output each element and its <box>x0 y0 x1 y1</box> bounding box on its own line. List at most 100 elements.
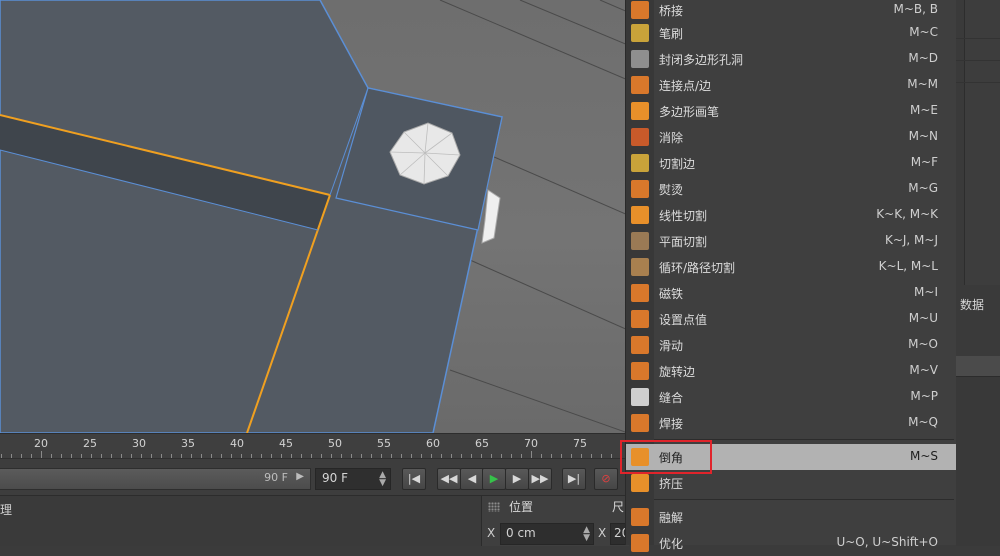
menu-item[interactable]: 磁铁 M~I <box>626 280 956 306</box>
menu-item-label: 滑动 <box>659 339 684 353</box>
play-button[interactable]: ▶ <box>482 468 506 490</box>
step-back-button[interactable]: ◀ <box>460 468 484 490</box>
menu-item[interactable]: 循环/路径切割 K~L, M~L <box>626 254 956 280</box>
coordinates-panel: 位置 尺 X 0 cm ▲ ▼ X 20 <box>481 496 631 546</box>
menu-item-shortcut: M~D <box>908 51 938 65</box>
menu-item-shortcut: M~M <box>907 77 938 91</box>
menu-item-label: 焊接 <box>659 417 684 431</box>
timeline-tick-label: 55 <box>377 437 391 450</box>
timeline-tick-label: 70 <box>524 437 538 450</box>
spin-edge-icon <box>631 362 649 380</box>
spinner-icon[interactable]: ▲ ▼ <box>379 471 386 488</box>
magnet-icon <box>631 284 649 302</box>
menu-item-label: 封闭多边形孔洞 <box>659 53 744 67</box>
menu-item-shortcut: M~B, B <box>893 2 938 16</box>
timeline-tick-label: 45 <box>279 437 293 450</box>
annotation-highlight-box <box>620 440 712 474</box>
step-forward-button[interactable]: ▶ <box>505 468 529 490</box>
menu-item[interactable]: 封闭多边形孔洞 M~D <box>626 46 956 72</box>
menu-item-label: 笔刷 <box>659 27 684 41</box>
slide-icon <box>631 336 649 354</box>
menu-item-shortcut: M~S <box>909 449 938 463</box>
menu-separator <box>654 499 954 500</box>
go-to-start-button[interactable]: |◀ <box>402 468 426 490</box>
bottom-panels: 理 位置 尺 X 0 cm ▲ ▼ X 20 <box>0 495 631 546</box>
extrude-icon <box>631 474 649 492</box>
menu-item-label: 挤压 <box>659 477 684 491</box>
menu-item-label: 消除 <box>659 131 684 145</box>
menu-item[interactable]: 笔刷 M~C <box>626 20 956 46</box>
attribute-band[interactable] <box>956 356 1000 376</box>
menu-item-label: 循环/路径切割 <box>659 261 736 275</box>
timeline-tick-label: 30 <box>132 437 146 450</box>
menu-item-shortcut: K~J, M~J <box>884 233 938 247</box>
polygon-pen-icon <box>631 102 649 120</box>
timeline-tick-label: 40 <box>230 437 244 450</box>
previous-key-button[interactable]: ◀◀ <box>437 468 461 490</box>
menu-item-shortcut: K~L, M~L <box>878 259 938 273</box>
frame-slider-value: 90 F <box>264 471 288 484</box>
menu-item-shortcut: M~F <box>910 155 938 169</box>
menu-item-shortcut: M~U <box>908 311 938 325</box>
x-axis-label: X <box>487 526 496 540</box>
menu-item[interactable]: 滑动 M~O <box>626 332 956 358</box>
weld-icon <box>631 414 649 432</box>
menu-item[interactable]: 缝合 M~P <box>626 384 956 410</box>
viewport-3d[interactable] <box>0 0 628 433</box>
menu-item-label: 磁铁 <box>659 287 684 301</box>
menu-item-shortcut: M~O <box>908 337 938 351</box>
frame-slider-arrow-icon[interactable]: ▶ <box>296 471 304 482</box>
line-cut-icon <box>631 206 649 224</box>
timeline-ruler[interactable]: 20 25 30 35 40 45 50 55 60 65 70 75 <box>0 433 628 459</box>
panel-grip-icon[interactable] <box>488 502 500 512</box>
edge-cut-icon <box>631 154 649 172</box>
menu-item-shortcut: M~I <box>914 285 938 299</box>
object-row[interactable] <box>956 20 1000 39</box>
menu-item-shortcut: M~N <box>908 129 938 143</box>
menu-item[interactable]: 连接点/边 M~M <box>626 72 956 98</box>
right-side-panel: 数据 <box>956 0 1000 546</box>
spinner-icon[interactable]: ▲ ▼ <box>583 526 590 543</box>
menu-item-shortcut: U~O, U~Shift+O <box>836 535 938 549</box>
menu-item[interactable]: 焊接 M~Q <box>626 410 956 436</box>
tab-data[interactable]: 数据 <box>960 296 984 313</box>
end-frame-value: 90 F <box>322 471 348 485</box>
menu-item-label: 线性切割 <box>659 209 708 223</box>
end-frame-field[interactable]: 90 F ▲ ▼ <box>315 468 391 490</box>
menu-item-label: 缝合 <box>659 391 684 405</box>
menu-item[interactable]: 熨烫 M~G <box>626 176 956 202</box>
timeline-tick-label: 35 <box>181 437 195 450</box>
stitch-icon <box>631 388 649 406</box>
record-button[interactable]: ⊘ <box>594 468 618 490</box>
menu-item-shortcut: M~V <box>909 363 938 377</box>
menu-item[interactable]: 旋转边 M~V <box>626 358 956 384</box>
frame-slider[interactable]: 90 F ▶ <box>0 468 311 490</box>
next-key-button[interactable]: ▶▶ <box>528 468 552 490</box>
menu-item[interactable]: 线性切割 K~K, M~K <box>626 202 956 228</box>
menu-item-shortcut: M~P <box>910 389 938 403</box>
menu-item[interactable]: 融解 <box>626 504 956 530</box>
object-row[interactable] <box>956 42 1000 61</box>
menu-item-label: 平面切割 <box>659 235 708 249</box>
menu-item[interactable]: 消除 M~N <box>626 124 956 150</box>
position-x-field[interactable]: 0 cm ▲ ▼ <box>500 523 594 545</box>
object-row[interactable] <box>956 64 1000 83</box>
timeline-tick-label: 75 <box>573 437 587 450</box>
transport-bar: 90 F ▶ 90 F ▲ ▼ |◀ ◀◀ ◀ ▶ ▶ ▶▶ ▶| ⊘ <box>0 458 628 496</box>
dissolve-icon <box>631 128 649 146</box>
timeline-tick-label: 20 <box>34 437 48 450</box>
timeline-tick-label: 25 <box>83 437 97 450</box>
attributes-area <box>956 376 1000 546</box>
menu-item-label: 多边形画笔 <box>659 105 720 119</box>
menu-item[interactable]: 切割边 M~F <box>626 150 956 176</box>
plane-cut-icon <box>631 232 649 250</box>
timeline-tick-label: 50 <box>328 437 342 450</box>
timeline-tick-label: 65 <box>475 437 489 450</box>
go-to-end-button[interactable]: ▶| <box>562 468 586 490</box>
menu-item[interactable]: 设置点值 M~U <box>626 306 956 332</box>
size-x-axis-label: X <box>598 526 607 540</box>
menu-item[interactable]: 平面切割 K~J, M~J <box>626 228 956 254</box>
viewport-scene <box>0 0 628 433</box>
menu-item[interactable]: 优化 U~O, U~Shift+O <box>626 530 956 556</box>
menu-item[interactable]: 多边形画笔 M~E <box>626 98 956 124</box>
